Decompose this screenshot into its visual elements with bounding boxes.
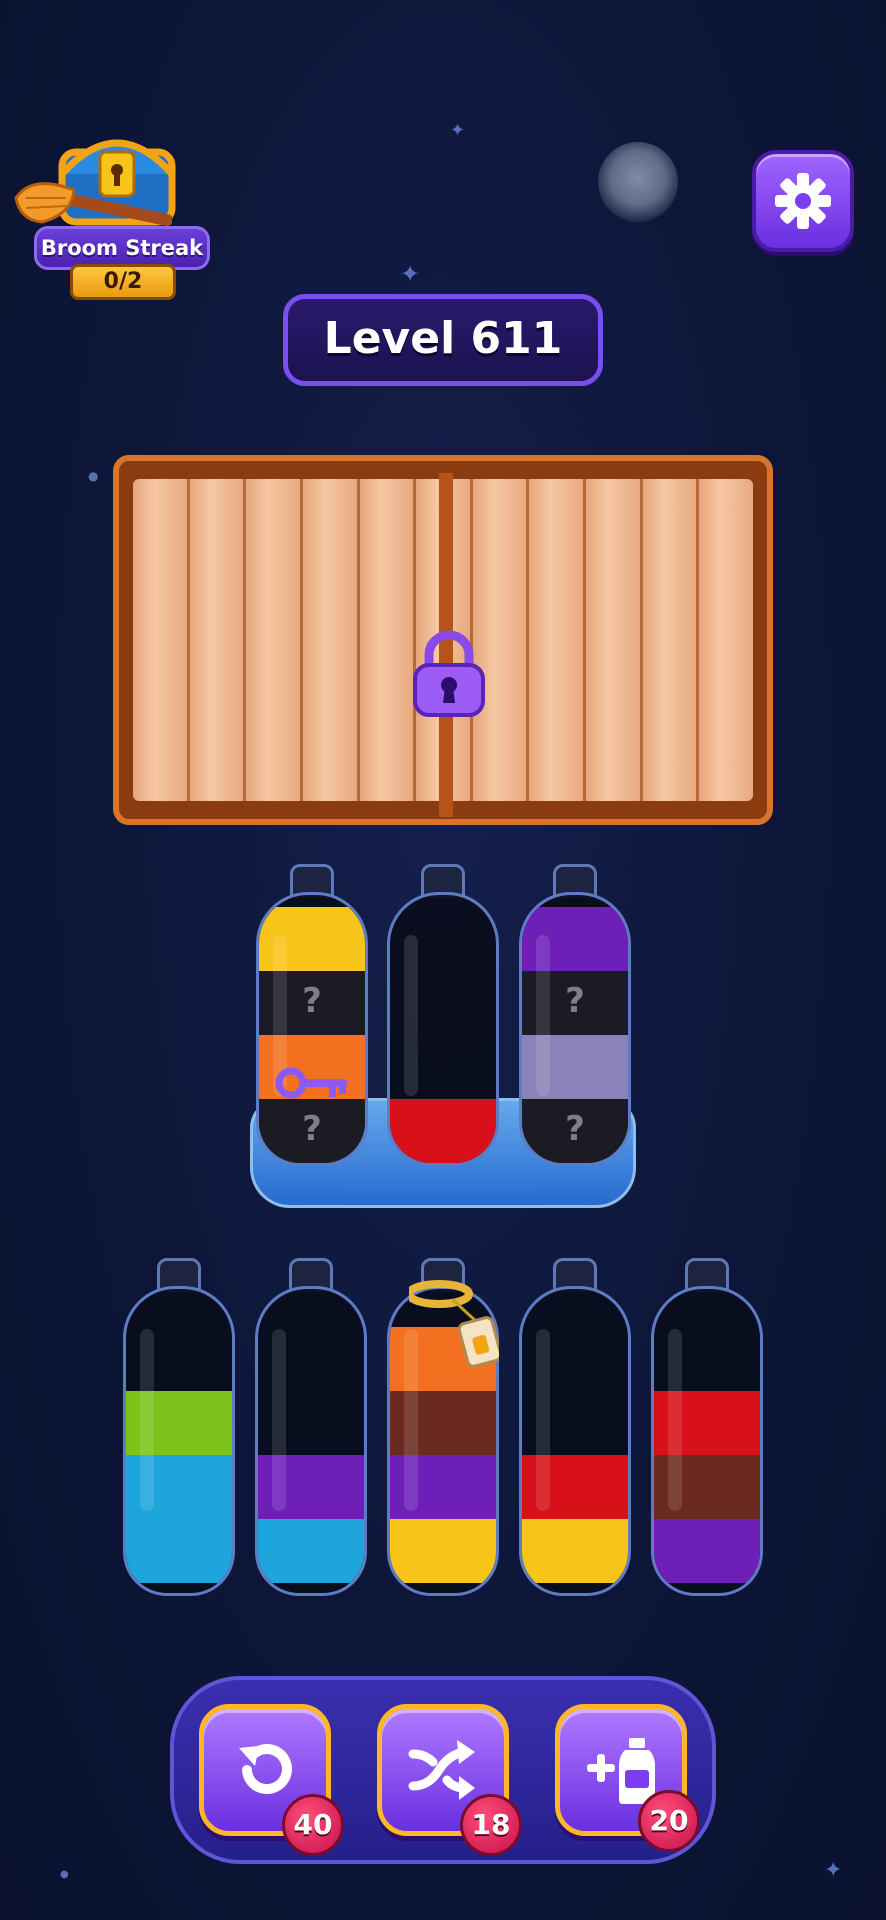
bottle[interactable] [651,1258,763,1596]
bottle[interactable] [519,1258,631,1596]
bottle-glass [651,1286,763,1596]
bottle[interactable] [387,1258,499,1596]
bottle-glass [123,1286,235,1596]
star-icon: ✦ [824,1858,843,1883]
liquid-layer-yellow [522,1519,628,1583]
add-bottle-count: 20 [638,1790,700,1852]
bottle-gloss [404,935,418,1096]
liquid-layer-red [390,1099,496,1163]
gear-icon [775,173,831,229]
bottle-glass [255,1286,367,1596]
bottle-glass [387,892,499,1166]
bottle-gloss [668,1329,682,1512]
settings-button[interactable] [752,150,854,252]
bottle-gloss [140,1329,154,1512]
hidden-layer: ? [522,1099,628,1163]
broom-streak-badge[interactable]: Broom Streak 0/2 [12,118,210,302]
bottle-gloss [536,935,550,1096]
star-icon: ✦ [400,260,421,288]
key-icon [275,1067,347,1099]
liquid-layer-blue [126,1519,232,1583]
liquid-layer-purple [654,1519,760,1583]
question-mark-icon: ? [302,1109,322,1149]
streak-count: 0/2 [70,264,176,300]
hidden-layer: ? [259,1099,365,1163]
bottle[interactable] [123,1258,235,1596]
locked-crate[interactable] [113,455,773,825]
star-icon: ● [60,1869,69,1880]
bottle-glass: ?? [256,892,368,1166]
locked-bottle[interactable] [387,864,499,1166]
liquid-layer-blue [258,1519,364,1583]
bottle-glass: ?? [519,892,631,1166]
locked-bottle[interactable]: ?? [256,864,368,1166]
padlock-icon [413,630,485,717]
bottle[interactable] [255,1258,367,1596]
shuffle-count: 18 [460,1794,522,1856]
bottle-gloss [272,1329,286,1512]
undo-count: 40 [282,1794,344,1856]
undo-icon [239,1744,292,1794]
bottle-glass [519,1286,631,1596]
level-title: Level 611 [283,294,603,386]
star-icon: ✦ [450,120,466,141]
bottle-gloss [536,1329,550,1512]
star-icon: ● [88,469,99,483]
question-mark-icon: ? [565,1109,585,1149]
shuffle-icon [408,1740,475,1800]
liquid-layer-yellow [390,1519,496,1583]
rope-tag-icon [409,1280,499,1368]
hint-orb[interactable] [598,142,678,222]
locked-bottle[interactable]: ?? [519,864,631,1166]
